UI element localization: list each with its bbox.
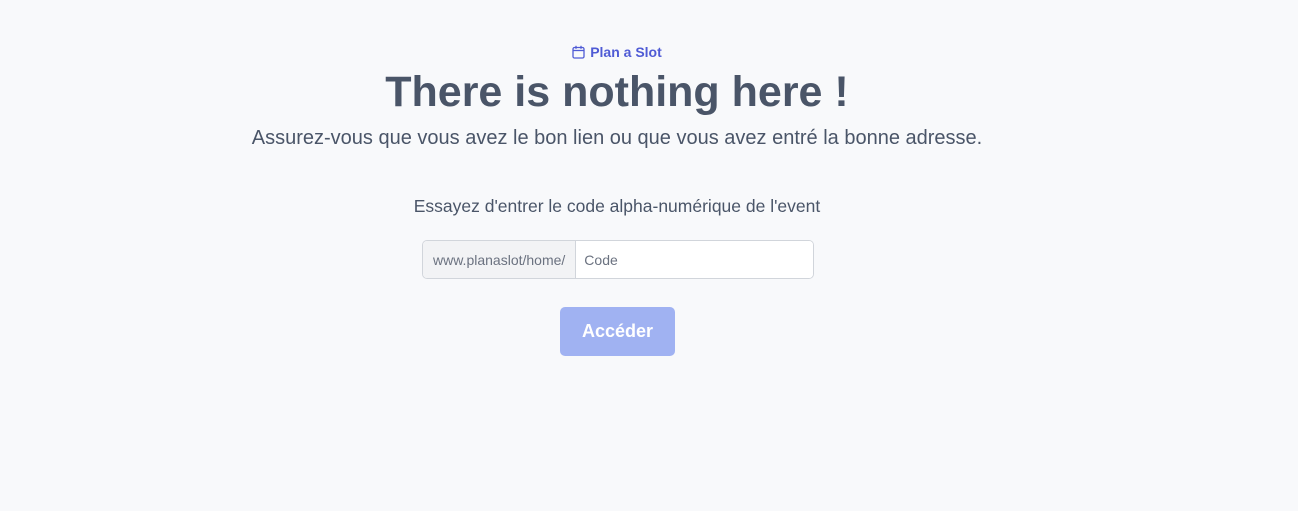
page-subtitle: Assurez-vous que vous avez le bon lien o…: [251, 127, 983, 149]
code-input-group: www.planaslot/home/: [422, 240, 814, 279]
access-button[interactable]: Accéder: [560, 307, 675, 356]
not-found-page: Plan a Slot There is nothing here ! Assu…: [0, 0, 1298, 511]
code-hint: Essayez d'entrer le code alpha-numérique…: [413, 196, 821, 216]
page-title: There is nothing here !: [385, 68, 849, 116]
brand-name: Plan a Slot: [590, 44, 662, 60]
url-prefix: www.planaslot/home/: [423, 241, 577, 278]
code-input[interactable]: [576, 241, 813, 278]
brand-logo[interactable]: Plan a Slot: [0, 44, 1234, 60]
calendar-icon: [572, 45, 585, 59]
